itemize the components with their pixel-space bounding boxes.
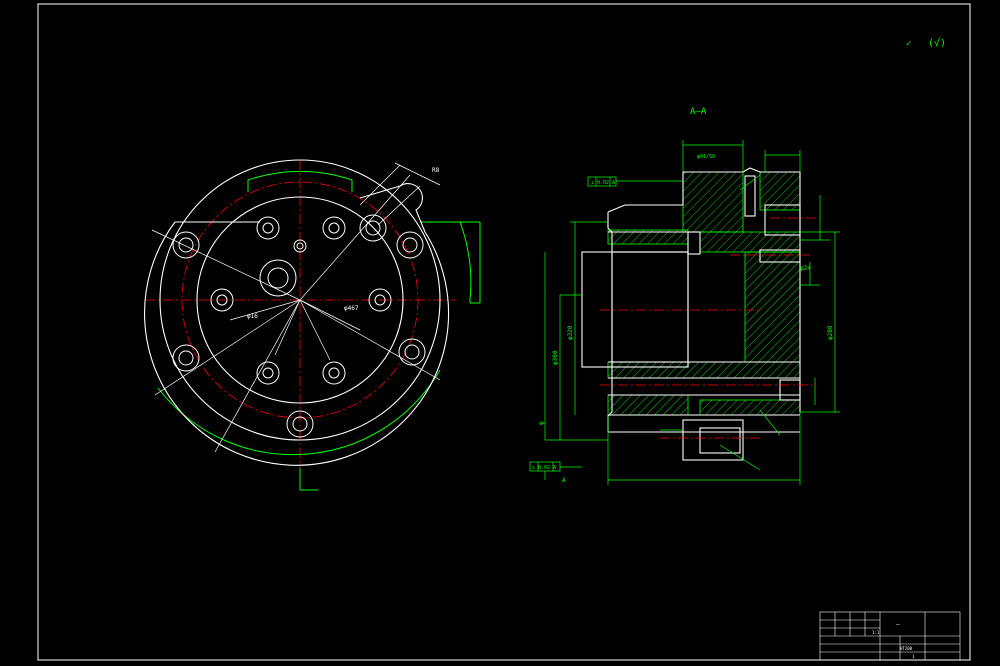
svg-text:✓: ✓ [906,39,911,49]
dim-right-2: φ24 [800,265,811,272]
dim-right-1: φ280 [827,325,834,340]
center-lines [145,160,455,480]
tolerance-frame-bottom-text: ◎ 0.02 A [532,465,556,471]
title-sheet: 1 [912,654,915,659]
dim-top: φ01/50 [697,154,715,160]
section-label: A—A [690,107,707,117]
dim-left-3: φ [538,421,545,425]
front-view: φ16 φ467 R8 [144,159,481,491]
title-scale: 1:1 [872,630,880,635]
dim-pcd: φ467 [344,305,359,312]
tolerance-frame-top-text: ⊥ 0.02 A [591,180,615,186]
dim-radius-left: R8 [432,167,440,174]
front-outline-green [157,170,481,491]
roughness-note: (√) [928,37,946,49]
datum-label: A [562,477,566,484]
roughness-symbol: ✓ (√) [906,37,946,49]
dim-bolt-circle: φ16 [247,313,258,320]
section-view: A—A ⊥ 0.02 A ◎ 0.02 A φ320 φ360 φ φ280 φ… [529,107,840,485]
dim-left-2: φ360 [552,350,559,365]
dim-left-1: φ320 [567,325,574,340]
title-block [819,611,961,661]
title-material: HT200 [900,646,913,651]
engineering-drawing: ✓ (√) φ16 φ467 R8 A—A ⊥ 0.02 A ◎ 0.02 A … [37,3,971,661]
title-part-name: — [896,621,900,628]
